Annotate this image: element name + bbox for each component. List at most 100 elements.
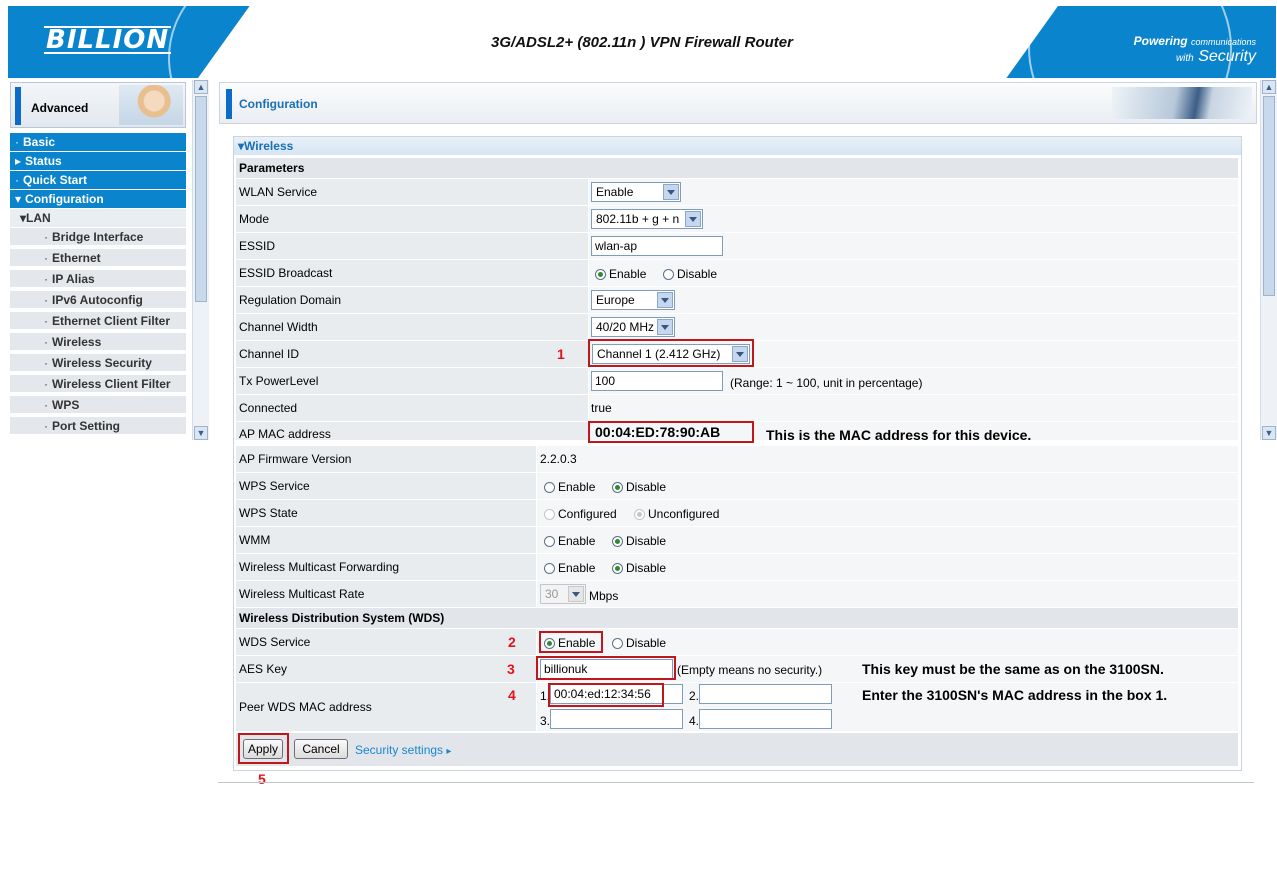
radio-selected-icon[interactable] <box>612 482 623 493</box>
radio-icon[interactable] <box>663 269 674 280</box>
nav-status[interactable]: ▸ Status <box>10 152 186 170</box>
radio-icon[interactable] <box>544 536 555 547</box>
multicast-forwarding-enable[interactable]: Enable <box>544 561 595 575</box>
nav-ethernet[interactable]: · Ethernet <box>10 249 186 268</box>
nav-quick-start[interactable]: · Quick Start <box>10 171 186 189</box>
bullet-icon: · <box>44 377 48 391</box>
radio-icon[interactable] <box>612 638 623 649</box>
wds-service-disable[interactable]: Disable <box>612 636 666 650</box>
scroll-up-icon[interactable]: ▲ <box>194 80 208 94</box>
scroll-thumb[interactable] <box>1263 96 1275 296</box>
aes-key-hint: (Empty means no security.) <box>677 663 823 677</box>
tx-power-input[interactable]: 100 <box>591 371 723 391</box>
peer-2-index: 2. <box>689 689 700 703</box>
peer-2-input[interactable] <box>699 684 832 704</box>
office-image <box>1112 87 1252 119</box>
wps-service-enable[interactable]: Enable <box>544 480 595 494</box>
security-settings-link[interactable]: Security settings ▸ <box>355 743 451 757</box>
wds-section: Wireless Distribution System (WDS) <box>236 608 1238 628</box>
header-accent-bar <box>226 89 232 119</box>
wps-service-disable[interactable]: Disable <box>612 480 666 494</box>
scroll-up-icon[interactable]: ▲ <box>1262 80 1276 94</box>
wmm-label: WMM <box>236 527 536 553</box>
chevron-down-icon <box>568 586 584 602</box>
sidebar: Advanced · Basic ▸ Status · Quick Start ▾ Co… <box>8 80 188 440</box>
peer-4-input[interactable] <box>699 709 832 729</box>
radio-icon[interactable] <box>544 563 555 574</box>
wps-service-label: WPS Service <box>236 473 536 499</box>
nav-ipv6-autoconfig[interactable]: · IPv6 Autoconfig <box>10 291 186 310</box>
bullet-icon: · <box>44 272 48 286</box>
chevron-down-icon <box>663 184 679 200</box>
bullet-icon: · <box>15 173 19 187</box>
nav-wireless-security[interactable]: · Wireless Security <box>10 354 186 373</box>
router-title: 3G/ADSL2+ (802.11n ) VPN Firewall Router <box>491 34 793 51</box>
wmm-enable[interactable]: Enable <box>544 534 595 548</box>
essid-broadcast-enable[interactable]: Enable <box>595 267 646 281</box>
wlan-service-select[interactable]: Enable <box>591 182 681 202</box>
nav-ip-alias[interactable]: · IP Alias <box>10 270 186 289</box>
nav-configuration[interactable]: ▾ Configuration <box>10 190 186 208</box>
main-scrollbar[interactable]: ▲ ▼ <box>1260 80 1277 440</box>
radio-selected-icon[interactable] <box>595 269 606 280</box>
connected-value: true <box>591 401 612 415</box>
banner-accent-bar <box>15 87 21 125</box>
advanced-label: Advanced <box>31 101 89 115</box>
bullet-icon: · <box>15 135 19 149</box>
sidebar-scrollbar[interactable]: ▲ ▼ <box>192 80 209 440</box>
wlan-service-label: WLAN Service <box>236 179 588 205</box>
configuration-header: Configuration <box>219 82 1257 124</box>
essid-input[interactable]: wlan-ap <box>591 236 723 256</box>
wds-service-label: WDS Service <box>236 629 536 655</box>
nav-lan[interactable]: ▾LAN <box>10 209 186 227</box>
channel-width-select[interactable]: 40/20 MHz <box>591 317 675 337</box>
chevron-down-icon <box>657 319 673 335</box>
peer-wds-label: Peer WDS MAC address <box>236 683 536 731</box>
peer-3-index: 3. <box>540 714 551 728</box>
nav-wireless-client-filter[interactable]: · Wireless Client Filter <box>10 375 186 394</box>
wps-state-unconfigured: Unconfigured <box>634 507 719 521</box>
multicast-forwarding-label: Wireless Multicast Forwarding <box>236 554 536 580</box>
powering-security-tagline: Powering communications with Security <box>1133 34 1256 65</box>
chevron-down-icon <box>657 292 673 308</box>
cancel-button[interactable]: Cancel <box>294 739 348 759</box>
triangle-right-icon: ▸ <box>15 154 22 168</box>
nav-wireless[interactable]: · Wireless <box>10 333 186 352</box>
radio-selected-icon[interactable] <box>612 563 623 574</box>
wmm-disable[interactable]: Disable <box>612 534 666 548</box>
nav-ethernet-client-filter[interactable]: · Ethernet Client Filter <box>10 312 186 331</box>
annotation-number-3: 3 <box>507 661 515 677</box>
nav-wps[interactable]: · WPS <box>10 396 186 415</box>
tx-power-label: Tx PowerLevel <box>236 368 588 394</box>
scroll-down-icon[interactable]: ▼ <box>194 426 208 440</box>
triangle-down-icon: ▾ <box>15 192 22 206</box>
wps-state-label: WPS State <box>236 500 536 526</box>
radio-selected-icon[interactable] <box>612 536 623 547</box>
nav-bridge-interface[interactable]: · Bridge Interface <box>10 228 186 247</box>
essid-label: ESSID <box>236 233 588 259</box>
header-banner: BILLION 3G/ADSL2+ (802.11n ) VPN Firewal… <box>8 6 1276 78</box>
bullet-icon: · <box>44 398 48 412</box>
wireless-panel-header[interactable]: ▾Wireless <box>234 137 1241 155</box>
nav-basic[interactable]: · Basic <box>10 133 186 151</box>
mode-select[interactable]: 802.11b + g + n <box>591 209 703 229</box>
peer-3-input[interactable] <box>550 709 683 729</box>
essid-broadcast-disable[interactable]: Disable <box>663 267 717 281</box>
annotation-number-4: 4 <box>508 687 516 703</box>
regulation-domain-select[interactable]: Europe <box>591 290 675 310</box>
bullet-icon: · <box>44 314 48 328</box>
scroll-down-icon[interactable]: ▼ <box>1262 426 1276 440</box>
nav-port-setting[interactable]: · Port Setting <box>10 417 186 436</box>
row-bg <box>589 314 1238 340</box>
radio-icon[interactable] <box>544 482 555 493</box>
scroll-thumb[interactable] <box>195 96 207 302</box>
page-title: Configuration <box>239 97 318 111</box>
annotation-box-mac <box>588 421 754 443</box>
row-bg <box>537 581 1238 607</box>
chevron-down-icon <box>685 211 701 227</box>
mode-label: Mode <box>236 206 588 232</box>
annotation-box-2 <box>539 631 603 653</box>
multicast-forwarding-disable[interactable]: Disable <box>612 561 666 575</box>
bullet-icon: · <box>44 356 48 370</box>
radio-disabled-icon <box>544 509 555 520</box>
